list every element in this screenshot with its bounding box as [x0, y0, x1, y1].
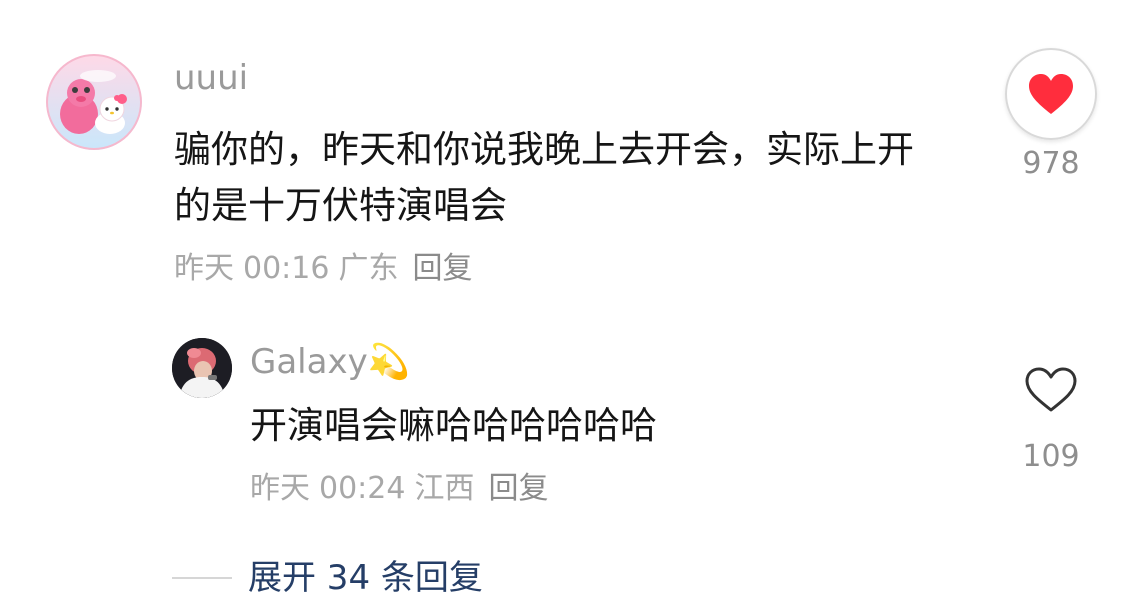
- comment-like-count: 978: [1022, 146, 1080, 181]
- dizzy-emoji-icon: 💫: [367, 342, 411, 382]
- expand-divider: [172, 577, 232, 579]
- reply-location: 江西: [414, 471, 475, 506]
- comment-location: 广东: [338, 251, 399, 286]
- reply-avatar[interactable]: [172, 338, 232, 398]
- comment-username[interactable]: uuui: [174, 58, 248, 98]
- comment-reply-button[interactable]: 回复: [412, 250, 472, 288]
- expand-replies-label[interactable]: 展开 34 条回复: [248, 558, 483, 598]
- comment-avatar[interactable]: [46, 54, 142, 150]
- reply-username[interactable]: Galaxy💫: [250, 342, 410, 382]
- comment-date: 昨天: [174, 251, 234, 286]
- reply-like-count: 109: [1022, 439, 1080, 474]
- reply-date: 昨天: [250, 471, 310, 506]
- heart-outline-icon: [1025, 367, 1077, 412]
- comment-text: 骗你的，昨天和你说我晚上去开会，实际上开的是十万伏特演唱会: [174, 128, 914, 227]
- avatar-illustration-icon: [46, 54, 142, 150]
- reply-username-text: Galaxy: [250, 342, 368, 382]
- comment-thread: uuui 骗你的，昨天和你说我晚上去开会，实际上开的是十万伏特演唱会 昨天 00:…: [0, 0, 1124, 603]
- comment-like-button[interactable]: [1005, 48, 1097, 140]
- heart-filled-icon: [1029, 74, 1073, 114]
- comment-meta: 昨天 00:16 广东 回复: [174, 250, 472, 288]
- avatar-photo-icon: [172, 338, 232, 398]
- reply-meta: 昨天 00:24 江西 回复: [250, 470, 548, 508]
- reply-time: 00:24: [319, 471, 406, 506]
- reply-like: 109: [996, 346, 1106, 475]
- expand-replies[interactable]: 展开 34 条回复: [172, 556, 483, 600]
- reply-reply-button[interactable]: 回复: [488, 470, 548, 508]
- reply-like-button[interactable]: [1007, 346, 1095, 434]
- comment-like: 978: [996, 48, 1106, 182]
- reply-text: 开演唱会嘛哈哈哈哈哈哈: [250, 404, 657, 447]
- comment-time: 00:16: [243, 251, 330, 286]
